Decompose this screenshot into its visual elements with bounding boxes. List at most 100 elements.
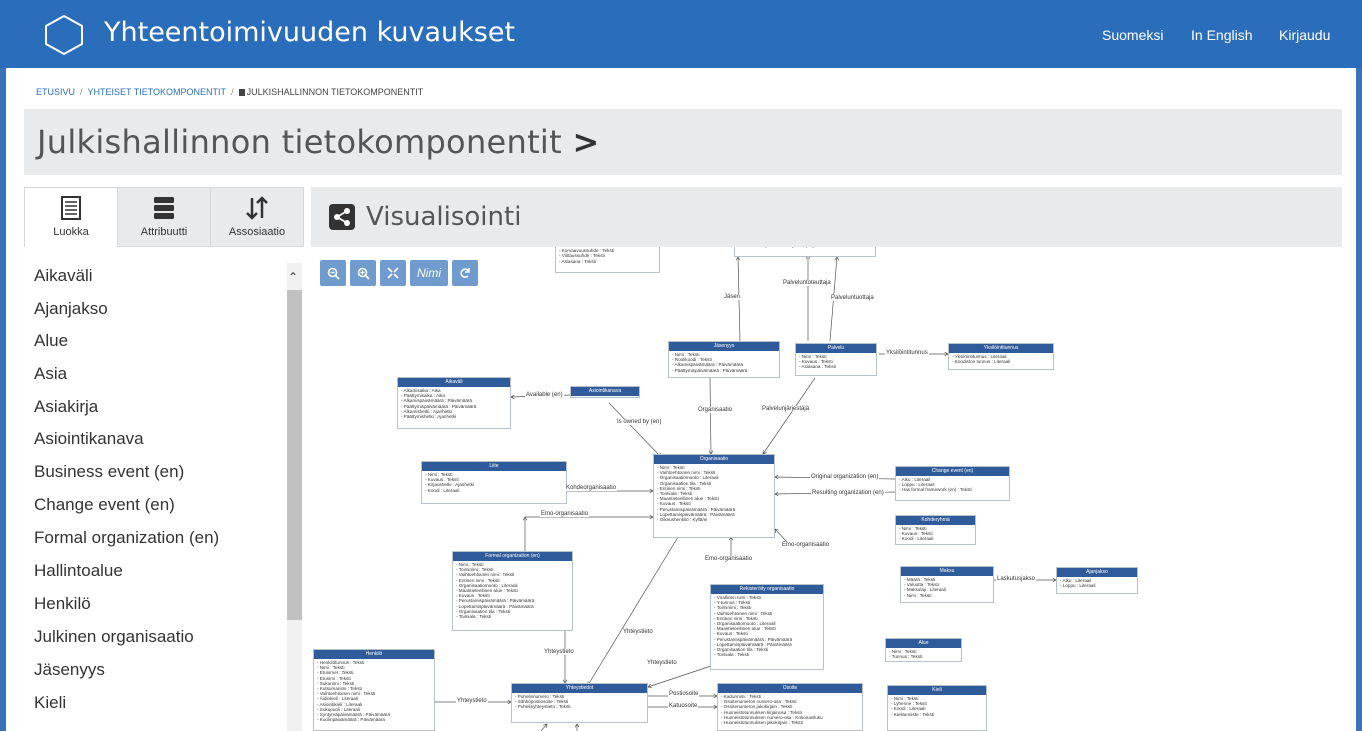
uml-class-box[interactable]: Aikaväli - Alkamisaika : Aika - Päättymisa… xyxy=(397,377,511,429)
uml-class-attributes: - Yksilöintitunnus : Literaali - Koodisto… xyxy=(949,353,1053,365)
uml-class-title: Maksu xyxy=(901,567,993,576)
uml-class-title: Palvelu xyxy=(796,344,876,353)
uml-attribute: - Loppu : Literaali xyxy=(1060,583,1096,589)
hexagon-logo-icon[interactable] xyxy=(45,15,83,55)
uml-class-attributes: - Alkamisaika : Aika - Päättymisaika : Ai… xyxy=(398,387,510,420)
uml-class-title: Kohderyhmä xyxy=(896,516,975,525)
list-item[interactable]: Alue xyxy=(34,331,68,351)
association-label: Resulting organization (en) xyxy=(811,490,885,496)
uml-attribute: - Kuolinpäivämäärä : Päivämäärä xyxy=(317,717,385,723)
scroll-up-icon[interactable]: ⌃ xyxy=(288,270,298,284)
top-navbar: Yhteentoimivuuden kuvaukset Suomeksi In … xyxy=(0,0,1362,68)
refresh-button[interactable] xyxy=(452,260,478,286)
list-item[interactable]: Hallintoalue xyxy=(34,561,123,581)
uml-attribute: - Asiasana : Teksti xyxy=(559,258,596,264)
association-label: Yksilöintitunnus xyxy=(885,350,929,356)
uml-attribute: - Koodiston tunnus : Literaali xyxy=(952,359,1011,365)
list-item[interactable]: Kieli xyxy=(34,693,66,713)
uml-class-box[interactable]: Kieli - Nimi : Teksti - Lyhenne : Teksti - … xyxy=(887,685,987,731)
uml-class-box[interactable]: Change event (en) - Alku : Literaali - Lop… xyxy=(895,466,1010,501)
visualization-title: Visualisointi xyxy=(366,202,522,232)
share-icon xyxy=(329,204,355,230)
uml-class-title: Henkilö xyxy=(314,650,434,659)
uml-class-box[interactable]: - Provides requirement response (en) : T… xyxy=(734,247,876,257)
fit-icon xyxy=(387,267,399,279)
app-title[interactable]: Yhteentoimivuuden kuvaukset xyxy=(104,17,515,48)
uml-class-attributes: - Nimi : Teksti - Toiminimi : Teksti - Vai… xyxy=(453,561,572,620)
language-english-link[interactable]: In English xyxy=(1191,27,1252,43)
chevron-right-icon[interactable]: > xyxy=(572,123,599,161)
tab-assosiaatio[interactable]: Assosiaatio xyxy=(210,187,304,247)
list-item[interactable]: Change event (en) xyxy=(34,495,175,515)
uml-class-box[interactable]: Formal organization (en) - Nimi : Teksti -… xyxy=(452,551,573,631)
uml-class-title: Alue xyxy=(886,639,961,648)
uml-class-box[interactable]: - Aihe : Teksti- Korvaavuussuhde : Tekst… xyxy=(555,247,660,273)
uml-class-box[interactable]: Jäsenyys - Nimi : Teksti - Roolikoodi : Te… xyxy=(668,341,780,378)
uml-attribute: - Kielitunniste : Teksti xyxy=(891,711,935,717)
list-item[interactable]: Asiakirja xyxy=(34,397,98,417)
uml-class-attributes: - Nimi : Teksti - Vaihtoehtoinen nimi : T… xyxy=(654,464,774,523)
uml-class-box[interactable]: Yksilöintitunnus - Yksilöintitunnus : Lit… xyxy=(948,343,1054,370)
uml-attribute: - Päättymispäivämäärä : Päivämäärä xyxy=(672,367,748,373)
page-title: Julkishallinnon tietokomponentit > xyxy=(37,123,600,161)
association-label: Available (en) xyxy=(525,392,564,398)
breadcrumb-home[interactable]: ETUSIVU xyxy=(36,87,75,97)
uml-attribute: - Provides requirement response (en) : T… xyxy=(738,247,872,248)
uml-attribute: - Toimiala : Teksti xyxy=(456,614,492,620)
uml-class-box[interactable]: Rekisteröity organisaatio - Virallinen ni… xyxy=(710,584,824,670)
uml-class-box[interactable]: Organisaatio - Nimi : Teksti - Vaihtoehtoi… xyxy=(653,454,775,538)
uml-class-box[interactable]: Palvelu - Nimi : Teksti - Kuvaus : Teksti -… xyxy=(795,343,877,376)
tab-attribuutti[interactable]: Attribuutti xyxy=(117,187,211,247)
uml-class-title: Formal organization (en) xyxy=(453,552,572,561)
association-label: Yhteystieto xyxy=(622,629,654,635)
list-item[interactable]: Aikaväli xyxy=(34,266,93,286)
association-label: Katuosoite xyxy=(668,703,699,709)
page-title-bar: Julkishallinnon tietokomponentit > xyxy=(24,109,1342,175)
uml-class-attributes: - Nimi : Teksti - Lyhenne : Teksti - Koodi… xyxy=(888,695,986,718)
zoom-in-button[interactable] xyxy=(350,260,376,286)
uml-class-box[interactable]: Alue - Nimi : Teksti - Tunnus : Teksti xyxy=(885,638,962,662)
login-link[interactable]: Kirjaudu xyxy=(1279,27,1330,43)
uml-class-box[interactable]: Liite - Nimi : Teksti - Kuvaus : Teksti - K… xyxy=(421,461,567,504)
uml-class-title: Ajanjakso xyxy=(1057,568,1137,577)
list-item[interactable]: Business event (en) xyxy=(34,462,184,482)
uml-class-attributes: - Alku : Literaali - Loppu : Literaali xyxy=(1057,577,1137,589)
list-item[interactable]: Julkinen organisaatio xyxy=(34,627,194,647)
language-finnish-link[interactable]: Suomeksi xyxy=(1102,27,1163,43)
tab-luokka[interactable]: Luokka xyxy=(24,187,118,247)
list-item[interactable]: Henkilö xyxy=(34,594,91,614)
uml-class-box[interactable]: Henkilö - Henkilötunnus : Teksti - Nimi : … xyxy=(313,649,435,731)
list-item[interactable]: Ajanjakso xyxy=(34,299,108,319)
uml-class-title: Kieli xyxy=(888,686,986,695)
list-item[interactable]: Jäsenyys xyxy=(34,660,105,680)
uml-class-attributes: - Nimi : Teksti - Roolikoodi : Teksti - Al… xyxy=(669,351,779,374)
list-item[interactable]: Asiointikanava xyxy=(34,429,144,449)
uml-class-box[interactable]: Osoite - Kadunnimi : Teksti - Osoitenumero… xyxy=(717,683,863,731)
uml-class-attributes: - Nimi : Teksti - Tunnus : Teksti xyxy=(886,648,961,660)
scrollbar-thumb[interactable] xyxy=(287,290,302,620)
names-toggle-button[interactable]: Nimi xyxy=(410,260,448,286)
uml-class-attributes: - Nimi : Teksti - Kuvaus : Teksti - Koodi … xyxy=(896,525,975,543)
breadcrumb-common-components[interactable]: YHTEISET TIETOKOMPONENTIT xyxy=(88,87,227,97)
association-label: Palvelunjärjestäjä xyxy=(761,406,811,412)
fit-button[interactable] xyxy=(380,260,406,286)
uml-class-box[interactable]: Asiointikanava xyxy=(570,386,640,398)
diagram-canvas[interactable]: - Aihe : Teksti- Korvaavuussuhde : Tekst… xyxy=(311,247,1342,731)
list-item[interactable]: Asia xyxy=(34,364,67,384)
uml-class-box[interactable]: Ajanjakso - Alku : Literaali - Loppu : Lit… xyxy=(1056,567,1138,594)
uml-class-box[interactable]: Yhteystiedot - Puhelinnumero : Teksti - Sä… xyxy=(511,683,648,723)
association-label: Emo-organisaatio xyxy=(704,556,754,562)
uml-class-title: Jäsenyys xyxy=(669,342,779,351)
uml-class-box[interactable]: Maksu - Määrä : Teksti - Valuutta : Teksti… xyxy=(900,566,994,603)
association-label: Yhteystieto xyxy=(456,698,488,704)
uml-class-attributes: - Nimi : Teksti - Kuvaus : Teksti - Asiasa… xyxy=(796,353,876,371)
zoom-out-button[interactable] xyxy=(320,260,346,286)
uml-attribute: - Nimi : Teksti xyxy=(904,592,932,598)
uml-attribute: - Päättymishetki : Ajanhetki xyxy=(401,414,457,420)
uml-class-title: Liite xyxy=(422,462,566,471)
uml-attribute: - Koodi : Literaali xyxy=(425,487,460,493)
association-label: Postiosoite xyxy=(668,691,700,697)
list-item[interactable]: Formal organization (en) xyxy=(34,528,219,548)
uml-class-title: Yksilöintitunnus xyxy=(949,344,1053,353)
uml-class-box[interactable]: Kohderyhmä - Nimi : Teksti - Kuvaus : Teks… xyxy=(895,515,976,545)
